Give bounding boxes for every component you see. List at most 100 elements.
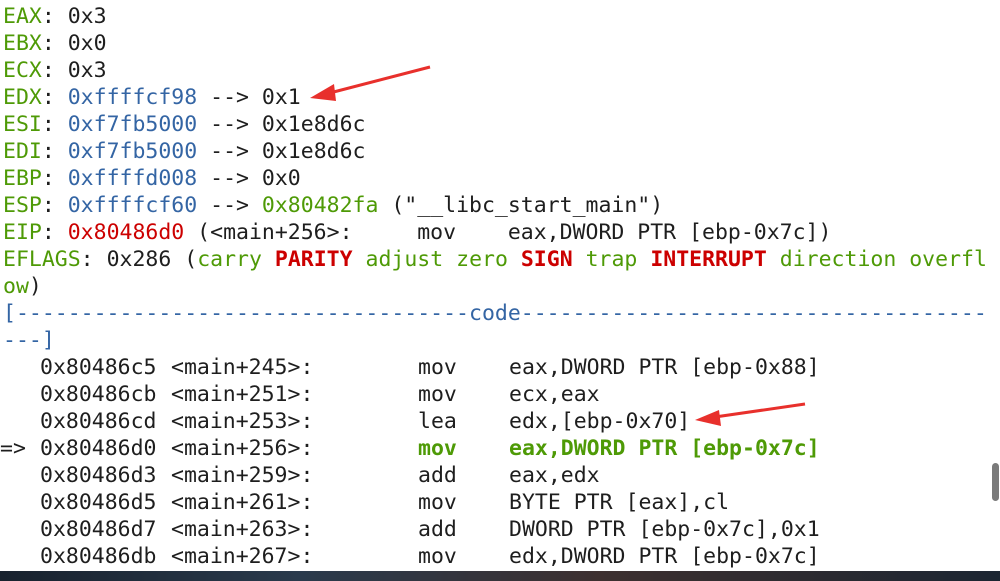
deref-arrow: --> xyxy=(197,166,262,191)
separator: : xyxy=(41,58,68,83)
register-line-esp: ESP: 0xffffcf60 --> 0x80482fa ("__libc_s… xyxy=(3,192,663,219)
instruction-operands: ecx,eax xyxy=(509,382,600,407)
register-value: 0x80486d0 xyxy=(67,220,185,245)
instruction-address: 0x80486d3 xyxy=(40,463,157,488)
instruction-symbol: <main+253>: xyxy=(171,409,314,434)
flag-adjust: adjust xyxy=(365,247,444,272)
separator: : xyxy=(41,193,68,218)
register-value: 0x3 xyxy=(67,58,107,83)
separator: : xyxy=(41,4,68,29)
symbol-string: ("__libc_start_main") xyxy=(378,193,664,218)
code-line: 0x80486d5 <main+261>: mov BYTE PTR [eax],cl xyxy=(0,489,990,516)
register-line-eflags: EFLAGS: 0x286 (carry PARITY adjust zero … xyxy=(3,246,987,273)
separator: : xyxy=(41,139,68,164)
register-line-eip: EIP: 0x80486d0 (<main+256>: mov eax,DWOR… xyxy=(3,219,831,246)
register-name: EDI xyxy=(3,139,42,164)
instruction-address: 0x80486cd xyxy=(40,409,157,434)
register-line-ebx: EBX: 0x0 xyxy=(3,30,107,57)
instruction-mnemonic: mov xyxy=(418,355,457,380)
flag-carry: carry xyxy=(197,247,262,272)
instruction-mnemonic: mov xyxy=(418,382,457,407)
instruction-operands: BYTE PTR [eax],cl xyxy=(509,490,730,515)
instruction-mnemonic: lea xyxy=(418,409,457,434)
header-dashes-wrap: ---] xyxy=(3,328,55,353)
separator: : xyxy=(41,112,68,137)
instruction-operands: DWORD PTR [ebp-0x7c],0x1 xyxy=(509,517,820,542)
deref-arrow: --> xyxy=(197,139,262,164)
instruction-symbol: <main+251>: xyxy=(171,382,314,407)
code-section-header-wrap: ---] xyxy=(3,327,55,354)
instruction-symbol: <main+256>: xyxy=(171,436,314,461)
register-name: ECX xyxy=(3,58,42,83)
register-value: 0xf7fb5000 xyxy=(67,112,198,137)
instruction-address: 0x80486db xyxy=(40,544,157,569)
deref-target: 0x1e8d6c xyxy=(261,112,366,137)
code-line: 0x80486cb <main+251>: mov ecx,eax xyxy=(0,381,990,408)
scrollbar-thumb[interactable] xyxy=(992,463,999,501)
code-line: 0x80486db <main+267>: mov edx,DWORD PTR [eb… xyxy=(0,543,990,570)
register-name: EIP xyxy=(3,220,42,245)
register-value: 0xf7fb5000 xyxy=(67,139,198,164)
deref-arrow: --> xyxy=(197,193,262,218)
deref-arrow: --> xyxy=(197,85,262,110)
instruction-symbol: <main+245>: xyxy=(171,355,314,380)
separator: : xyxy=(80,247,94,272)
code-line-current: => 0x80486d0 <main+256>: mov eax,DWORD PTR [… xyxy=(0,435,990,462)
register-name: EBX xyxy=(3,31,42,56)
deref-arrow: --> xyxy=(197,112,262,137)
instruction-mnemonic: add xyxy=(418,517,457,542)
flag-trap: trap xyxy=(585,247,638,272)
instruction-mnemonic: add xyxy=(418,463,457,488)
deref-target: 0x0 xyxy=(261,166,301,191)
flag-interrupt: INTERRUPT xyxy=(650,247,767,272)
deref-target: 0x1e8d6c xyxy=(261,139,366,164)
separator: : xyxy=(41,31,68,56)
register-name: EDX xyxy=(3,85,42,110)
instruction-operands: eax,edx xyxy=(509,463,600,488)
instruction-address: 0x80486d0 xyxy=(40,436,157,461)
terminal-output[interactable]: EAX: 0x3 EBX: 0x0 ECX: 0x3 EDX: 0xffffcf98 … xyxy=(0,0,990,571)
paren-close: ) xyxy=(28,274,42,299)
deref-target: 0x80482fa xyxy=(261,193,379,218)
register-value: 0x0 xyxy=(67,31,107,56)
deref-target: 0x1 xyxy=(261,85,301,110)
register-name: EBP xyxy=(3,166,42,191)
header-dashes-right: --------------------------------------- xyxy=(520,301,990,326)
instruction-mnemonic: mov xyxy=(418,490,457,515)
register-name: ESI xyxy=(3,112,42,137)
register-value: 0xffffcf98 xyxy=(67,85,198,110)
instruction-mnemonic: mov xyxy=(418,544,457,569)
instruction-symbol: <main+261>: xyxy=(171,490,314,515)
code-line: 0x80486d7 <main+263>: add DWORD PTR [ebp-0x… xyxy=(0,516,990,543)
register-value: 0xffffd008 xyxy=(67,166,198,191)
code-line: 0x80486d3 <main+259>: add eax,edx xyxy=(0,462,990,489)
flag-zero: zero xyxy=(456,247,508,272)
register-line-esi: ESI: 0xf7fb5000 --> 0x1e8d6c xyxy=(3,111,365,138)
instruction-text: (<main+256>: mov eax,DWORD PTR [ebp-0x7c… xyxy=(184,220,832,245)
register-name: ESP xyxy=(3,193,42,218)
register-value: 0xffffcf60 xyxy=(67,193,198,218)
instruction-address: 0x80486d7 xyxy=(40,517,157,542)
register-line-edi: EDI: 0xf7fb5000 --> 0x1e8d6c xyxy=(3,138,365,165)
instruction-address: 0x80486c5 xyxy=(40,355,157,380)
desktop-background-strip xyxy=(0,571,1000,581)
separator: : xyxy=(41,220,68,245)
register-line-eax: EAX: 0x3 xyxy=(3,3,107,30)
flag-overfl: overfl xyxy=(909,247,987,272)
header-dashes-left: [----------------------------------- xyxy=(3,301,469,326)
instruction-address: 0x80486cb xyxy=(40,382,157,407)
register-name: EFLAGS xyxy=(3,247,81,272)
code-line: 0x80486c5 <main+245>: mov eax,DWORD PTR [eb… xyxy=(0,354,990,381)
instruction-address: 0x80486d5 xyxy=(40,490,157,515)
register-name: EAX xyxy=(3,4,42,29)
separator: : xyxy=(41,166,68,191)
separator: : xyxy=(41,85,68,110)
